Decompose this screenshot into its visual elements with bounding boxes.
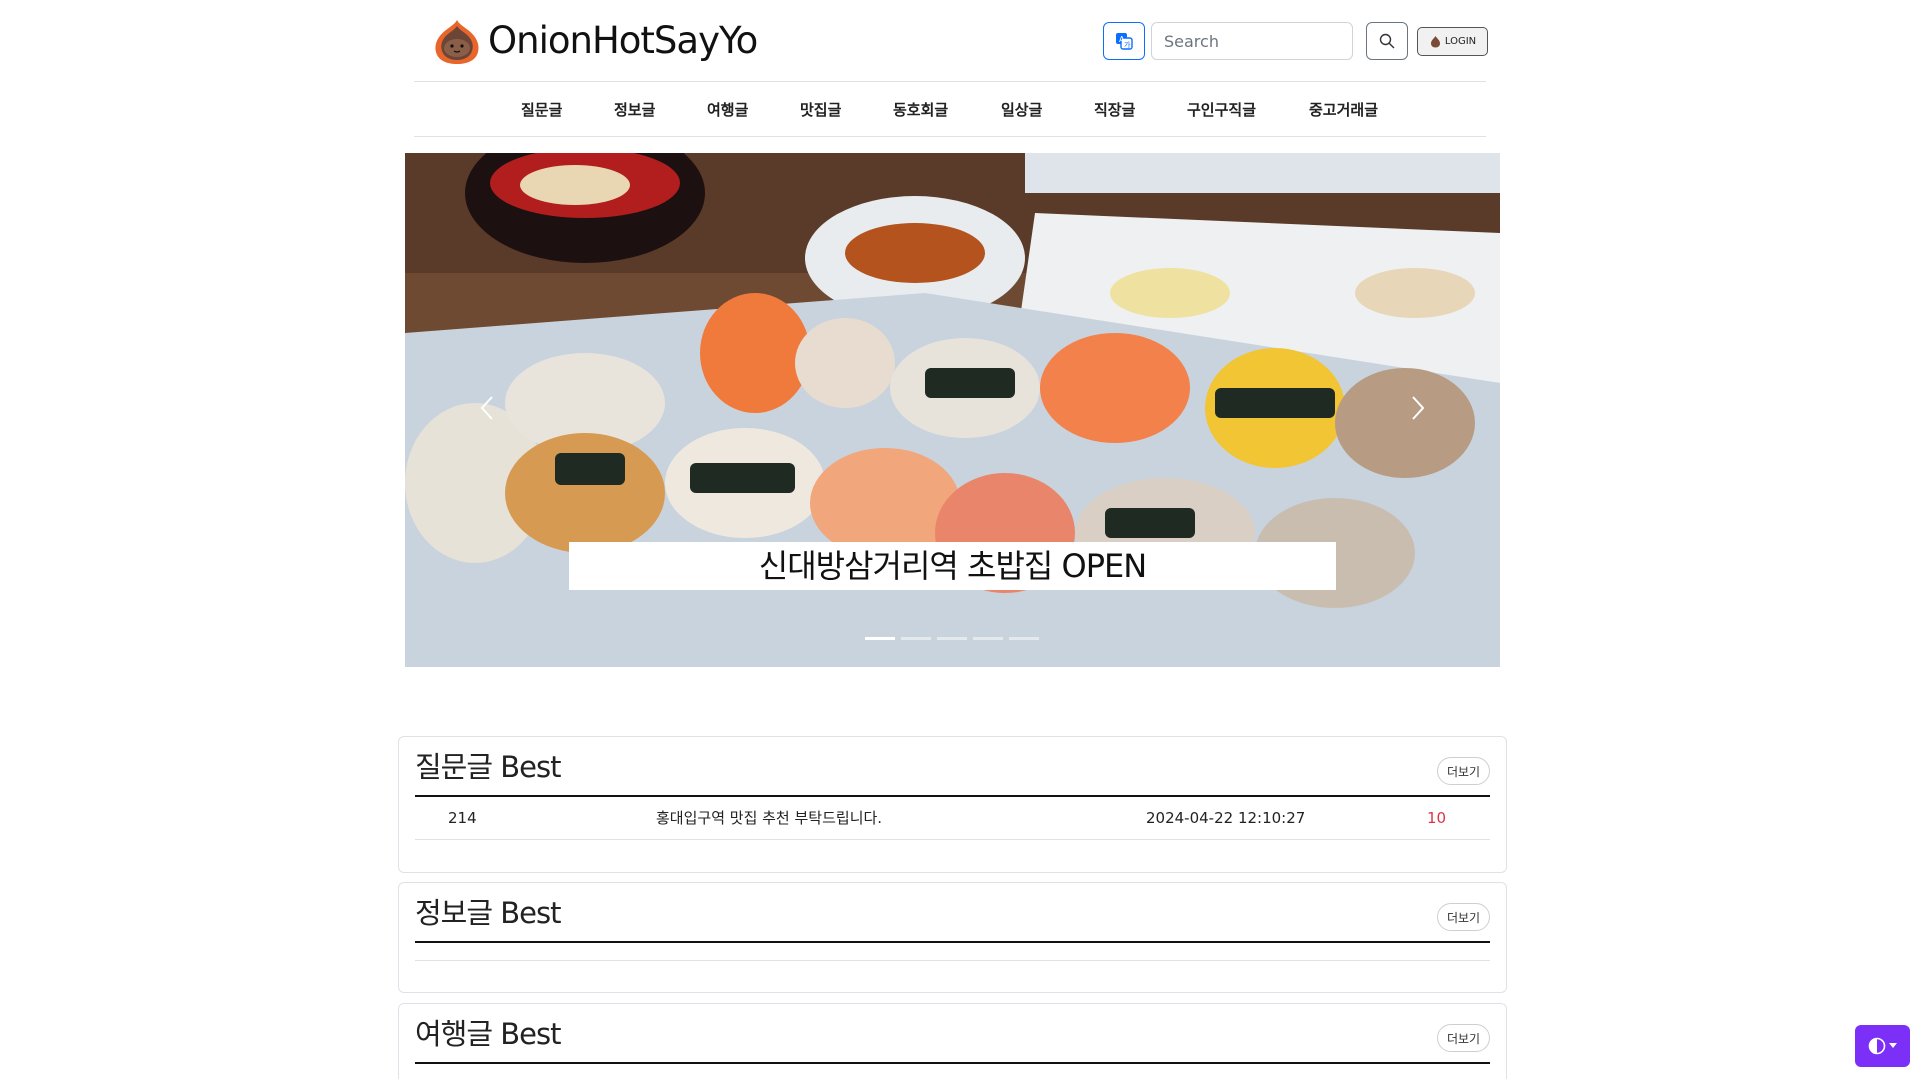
nav-item-jobs[interactable]: 구인구직글	[1187, 83, 1256, 137]
hero-carousel: 신대방삼거리역 초밥집 OPEN	[405, 153, 1500, 667]
site-logo[interactable]: OnionHotSayYo	[430, 16, 758, 66]
section-divider	[415, 795, 1490, 797]
translate-button[interactable]: A 가	[1103, 22, 1145, 60]
more-button[interactable]: 더보기	[1437, 903, 1490, 931]
translate-icon: A 가	[1116, 33, 1133, 50]
onion-logo-icon	[435, 20, 479, 64]
carousel-indicator[interactable]	[937, 637, 967, 640]
chevron-left-icon	[480, 396, 493, 420]
more-button[interactable]: 더보기	[1437, 757, 1490, 785]
search-input[interactable]	[1151, 22, 1353, 60]
post-id: 214	[448, 809, 477, 827]
carousel-indicator[interactable]	[973, 637, 1003, 640]
best-section-questions: 질문글 Best 더보기 214 홍대입구역 맛집 추천 부탁드립니다. 202…	[398, 736, 1507, 873]
section-title: 정보글 Best	[415, 896, 561, 930]
more-button[interactable]: 더보기	[1437, 1024, 1490, 1052]
post-date: 2024-04-22 12:10:27	[1146, 809, 1306, 827]
carousel-indicators	[865, 637, 1039, 640]
post-count: 10	[1427, 809, 1447, 827]
half-circle-icon	[1868, 1037, 1886, 1055]
nav-item-questions[interactable]: 질문글	[521, 83, 562, 137]
login-button[interactable]: LOGIN	[1417, 27, 1488, 56]
site-header: OnionHotSayYo A 가 LOGIN	[414, 0, 1488, 82]
carousel-prev-button[interactable]	[467, 383, 507, 433]
search-icon	[1379, 33, 1395, 49]
section-divider	[415, 941, 1490, 943]
carousel-caption: 신대방삼거리역 초밥집 OPEN	[569, 542, 1336, 590]
empty-list	[415, 1065, 1490, 1079]
table-row[interactable]: 214 홍대입구역 맛집 추천 부탁드립니다. 2024-04-22 12:10…	[415, 798, 1490, 840]
onion-icon	[1430, 36, 1440, 48]
empty-list	[415, 944, 1490, 961]
nav-item-clubs[interactable]: 동호회글	[893, 83, 948, 137]
login-label: LOGIN	[1444, 36, 1477, 47]
main-nav: 질문글 정보글 여행글 맛집글 동호회글 일상글 직장글 구인구직글 중고거래글	[414, 83, 1486, 137]
theme-toggle-button[interactable]	[1855, 1025, 1910, 1067]
nav-item-daily[interactable]: 일상글	[1001, 83, 1042, 137]
nav-item-market[interactable]: 중고거래글	[1309, 83, 1378, 137]
nav-item-work[interactable]: 직장글	[1094, 83, 1135, 137]
section-title: 여행글 Best	[415, 1017, 561, 1051]
section-title: 질문글 Best	[415, 750, 561, 784]
nav-item-travel[interactable]: 여행글	[707, 83, 748, 137]
svg-text:가: 가	[1124, 40, 1131, 49]
section-divider	[415, 1062, 1490, 1064]
carousel-indicator[interactable]	[865, 637, 895, 640]
nav-item-restaurants[interactable]: 맛집글	[800, 83, 841, 137]
carousel-next-button[interactable]	[1398, 383, 1438, 433]
chevron-right-icon	[1412, 396, 1425, 420]
carousel-indicator[interactable]	[901, 637, 931, 640]
search-button[interactable]	[1366, 22, 1408, 60]
best-section-travel: 여행글 Best 더보기	[398, 1003, 1507, 1079]
carousel-indicator[interactable]	[1009, 637, 1039, 640]
logo-text: OnionHotSayYo	[488, 19, 758, 62]
caret-down-icon	[1889, 1043, 1897, 1048]
post-subject[interactable]: 홍대입구역 맛집 추천 부탁드립니다.	[656, 798, 882, 838]
best-section-info: 정보글 Best 더보기	[398, 882, 1507, 993]
nav-item-info[interactable]: 정보글	[614, 83, 655, 137]
